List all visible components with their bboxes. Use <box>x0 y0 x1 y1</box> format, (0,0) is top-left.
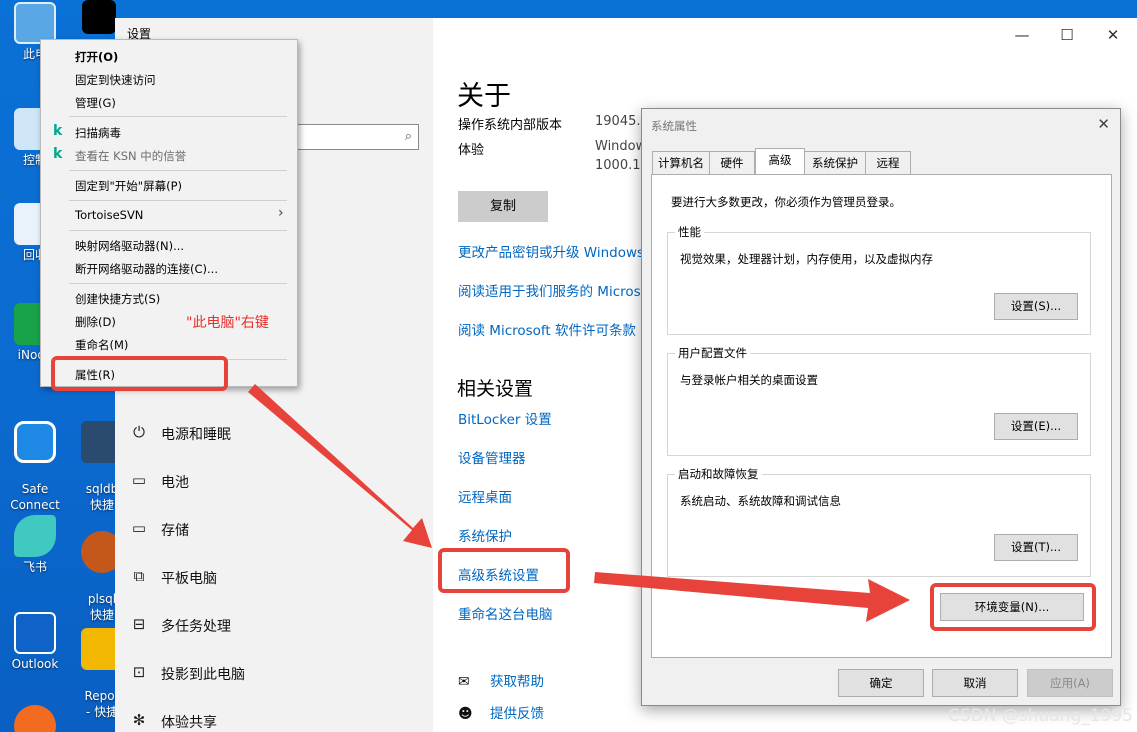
arrow-to-advanced-settings <box>248 384 432 548</box>
watermark: CSDN @shuang_1995 <box>947 706 1133 726</box>
arrow-to-env-variables <box>594 572 910 622</box>
annotation-arrows <box>248 384 910 622</box>
